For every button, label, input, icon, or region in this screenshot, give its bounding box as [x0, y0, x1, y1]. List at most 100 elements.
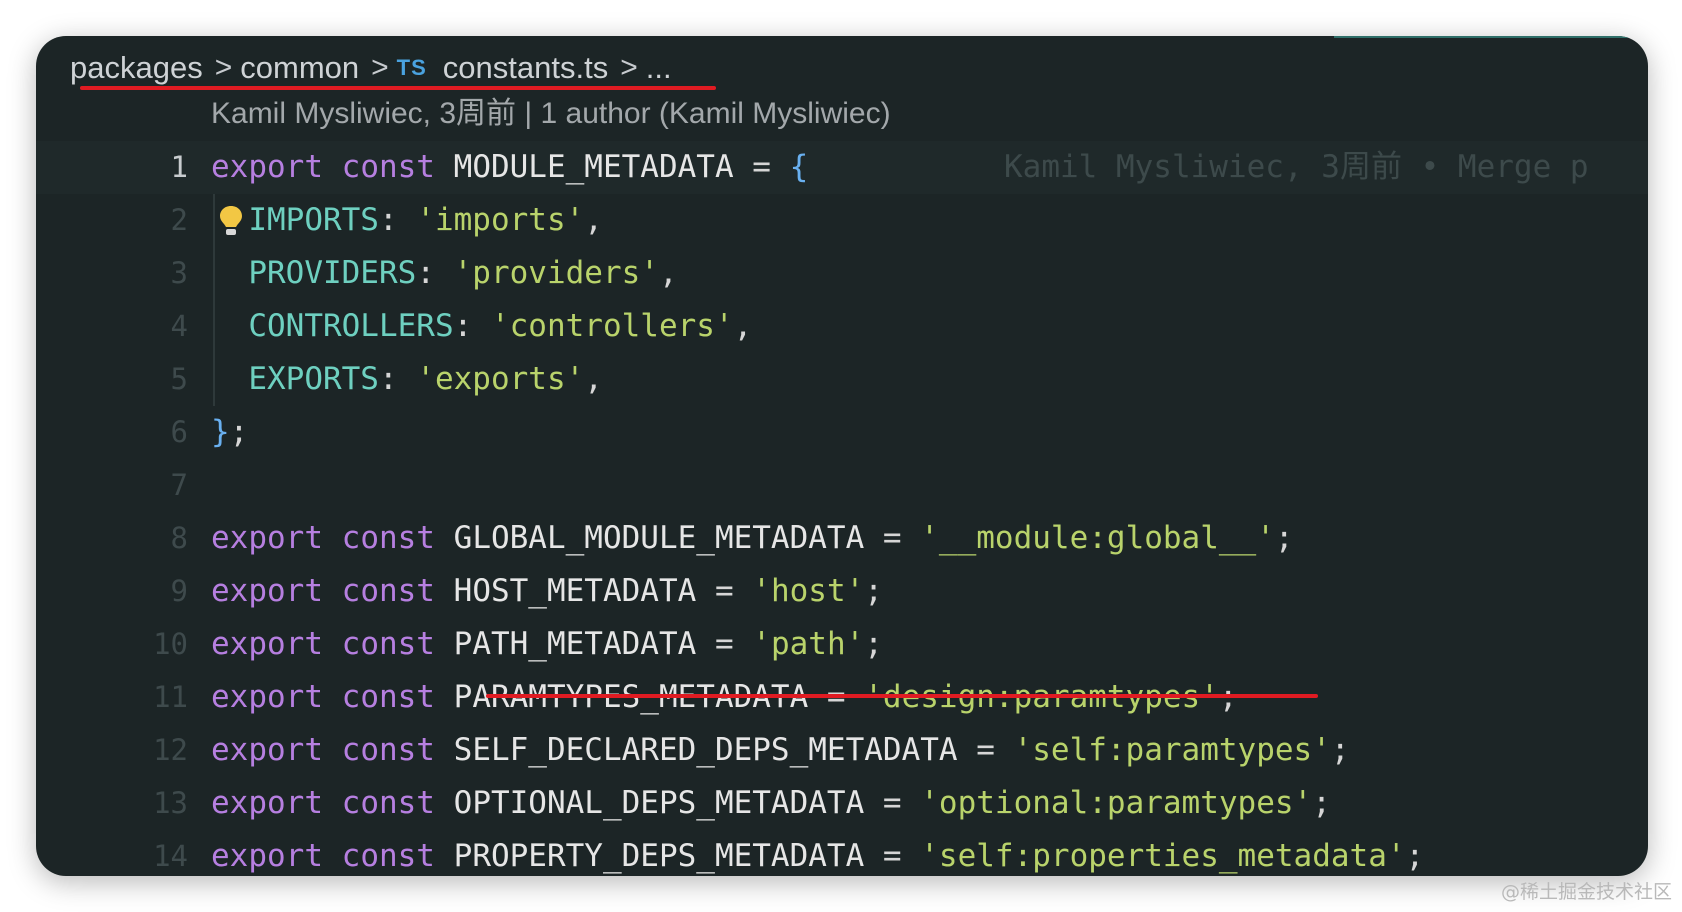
punctuation-token — [435, 785, 454, 821]
string-token: 'providers' — [453, 255, 659, 291]
keyword-token: export — [211, 785, 323, 821]
punctuation-token: ; — [1330, 732, 1350, 768]
line-number[interactable]: 14 — [153, 830, 188, 876]
keyword-token: const — [341, 149, 435, 185]
operator-token: = — [733, 149, 790, 185]
punctuation-token: : — [416, 255, 454, 291]
code-line[interactable]: 10 export const PATH_METADATA = 'path'; — [36, 618, 1648, 671]
property-token: PROVIDERS — [248, 255, 417, 291]
code-line[interactable]: 14 export const PROPERTY_DEPS_METADATA = … — [36, 830, 1648, 876]
line-number[interactable]: 9 — [171, 565, 188, 618]
breadcrumb: packages > common > TS constants.ts > ..… — [70, 46, 672, 90]
identifier-token: HOST_METADATA — [453, 573, 697, 609]
code-line[interactable]: 4 CONTROLLERS: 'controllers', — [36, 300, 1648, 353]
code-line[interactable]: 6}; — [36, 406, 1648, 459]
code-line[interactable]: 3 PROVIDERS: 'providers', — [36, 247, 1648, 300]
punctuation-token: ; — [864, 573, 883, 609]
chevron-right-icon: > — [371, 51, 389, 84]
operator-token: = — [957, 732, 1014, 768]
keyword-token: const — [341, 520, 435, 556]
chevron-right-icon: > — [214, 51, 233, 84]
code-line[interactable]: 12 export const SELF_DECLARED_DEPS_METADA… — [36, 724, 1648, 777]
keyword-token: export — [211, 626, 323, 662]
code-line[interactable]: 5 EXPORTS: 'exports', — [36, 353, 1648, 406]
code-editor[interactable]: 1 export const MODULE_METADATA = {Kamil M… — [36, 141, 1648, 876]
line-number[interactable]: 2 — [171, 194, 188, 247]
punctuation-token: , — [584, 361, 603, 397]
code-line-content: }; — [211, 406, 248, 459]
code-line-content: export const GLOBAL_MODULE_METADATA = '_… — [211, 512, 1294, 565]
brace-token: } — [211, 414, 230, 450]
string-token: 'exports' — [416, 361, 585, 397]
operator-token: = — [696, 573, 753, 609]
line-number[interactable]: 7 — [171, 459, 188, 512]
chevron-right-icon: > — [620, 51, 638, 84]
code-line[interactable]: 7 — [36, 459, 1648, 512]
punctuation-token: : — [378, 361, 417, 397]
punctuation-token — [323, 732, 342, 768]
line-number[interactable]: 4 — [171, 300, 188, 353]
code-line-content: export const PATH_METADATA = 'path'; — [211, 618, 883, 671]
operator-token: = — [864, 785, 921, 821]
punctuation-token — [323, 149, 342, 185]
line-number[interactable]: 11 — [153, 671, 188, 724]
code-line[interactable]: 2 IMPORTS: 'imports', — [36, 194, 1648, 247]
string-token: 'self:paramtypes' — [1013, 732, 1331, 768]
line-number[interactable]: 1 — [171, 141, 188, 194]
code-line[interactable]: 8 export const GLOBAL_MODULE_METADATA = '… — [36, 512, 1648, 565]
punctuation-token — [323, 679, 342, 715]
property-token: IMPORTS — [248, 202, 379, 238]
breadcrumb-constants-file[interactable]: constants.ts — [443, 50, 608, 86]
punctuation-token — [323, 520, 342, 556]
line-number[interactable]: 3 — [171, 247, 188, 300]
code-line-content: PROVIDERS: 'providers', — [211, 247, 678, 300]
code-line-content: export const MODULE_METADATA = { — [211, 141, 808, 194]
code-line[interactable]: 13 export const OPTIONAL_DEPS_METADATA = … — [36, 777, 1648, 830]
punctuation-token: , — [658, 255, 678, 291]
punctuation-token — [435, 679, 454, 715]
line-number[interactable]: 6 — [171, 406, 188, 459]
operator-token: = — [864, 838, 921, 874]
punctuation-token — [435, 520, 454, 556]
punctuation-token: ; — [229, 414, 249, 450]
code-line-content: CONTROLLERS: 'controllers', — [211, 300, 752, 353]
property-token: CONTROLLERS — [248, 308, 454, 344]
line-number[interactable]: 8 — [171, 512, 188, 565]
watermark: @稀土掘金技术社区 — [1500, 881, 1672, 903]
breadcrumb-packages[interactable]: packages — [70, 50, 203, 86]
punctuation-token — [435, 149, 454, 185]
punctuation-token: : — [453, 308, 491, 344]
punctuation-token — [211, 308, 248, 344]
line-number[interactable]: 5 — [171, 353, 188, 406]
identifier-token: MODULE_METADATA — [453, 149, 734, 185]
red-underline-annotation — [486, 694, 1318, 698]
punctuation-token — [323, 626, 342, 662]
keyword-token: export — [211, 149, 323, 185]
string-token: 'path' — [752, 626, 865, 662]
codelens-blame-header[interactable]: Kamil Mysliwiec, 3周前 | 1 author (Kamil M… — [211, 92, 891, 136]
punctuation-token: ; — [864, 626, 883, 662]
keyword-token: const — [341, 626, 435, 662]
code-line[interactable]: 1 export const MODULE_METADATA = {Kamil M… — [36, 141, 1648, 194]
punctuation-token — [211, 361, 248, 397]
punctuation-token — [323, 838, 342, 874]
code-line[interactable]: 9 export const HOST_METADATA = 'host'; — [36, 565, 1648, 618]
line-number[interactable]: 12 — [153, 724, 188, 777]
punctuation-token: : — [378, 202, 417, 238]
punctuation-token: ; — [1274, 520, 1294, 556]
breadcrumb-symbols[interactable]: ... — [646, 50, 672, 86]
brace-token: { — [789, 149, 809, 185]
keyword-token: const — [341, 573, 435, 609]
keyword-token: export — [211, 838, 323, 874]
punctuation-token — [211, 255, 248, 291]
code-line-content: IMPORTS: 'imports', — [211, 194, 603, 247]
line-number[interactable]: 10 — [153, 618, 188, 671]
breadcrumb-common[interactable]: common — [240, 50, 359, 86]
identifier-token: PATH_METADATA — [453, 626, 697, 662]
line-number[interactable]: 13 — [153, 777, 188, 830]
operator-token: = — [864, 520, 921, 556]
keyword-token: const — [341, 838, 435, 874]
lightbulb-icon[interactable] — [218, 204, 244, 240]
identifier-token: OPTIONAL_DEPS_METADATA — [453, 785, 865, 821]
punctuation-token — [323, 785, 342, 821]
